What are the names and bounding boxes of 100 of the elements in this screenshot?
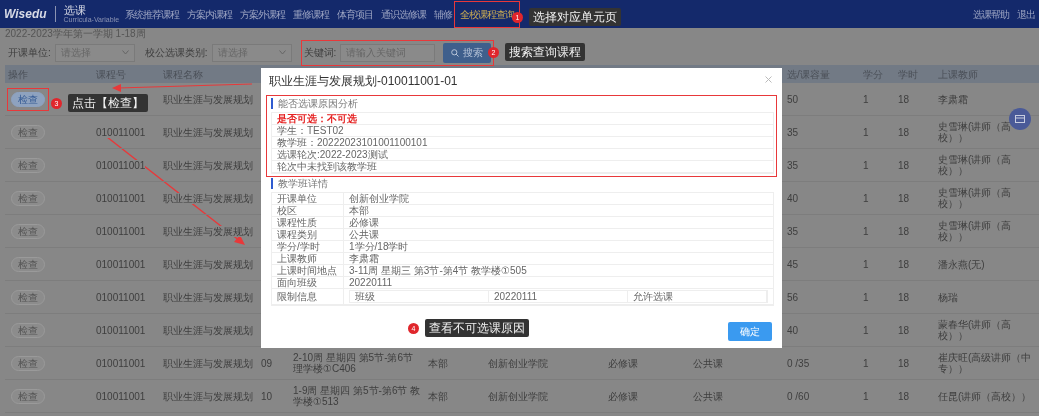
- table-cell: 职业生涯与发展规划: [163, 324, 253, 336]
- analysis-line: 选课轮次:2022-2023测试: [272, 149, 773, 161]
- callout-label: 点击【检查】: [68, 94, 148, 112]
- table-cell: 本部: [428, 390, 448, 402]
- analysis-line: 是否可选：不可选: [272, 113, 773, 125]
- app-title: 选课: [63, 5, 87, 16]
- detail-value: 20220111: [489, 291, 628, 302]
- table-cell: 潘永燕(无): [938, 258, 985, 270]
- table-cell: 1: [863, 324, 869, 336]
- callout-label: 选择对应单元页: [529, 8, 621, 26]
- table-cell: 0 /35: [787, 357, 810, 369]
- detail-label: 上课教师: [272, 253, 344, 264]
- table-cell: 56: [787, 291, 799, 303]
- search-icon: [451, 48, 460, 57]
- table-cell: 公共课: [693, 390, 723, 402]
- table-cell: 45: [787, 258, 799, 270]
- table-cell: 18: [898, 291, 910, 303]
- nav-tab[interactable]: 方案外课程: [240, 6, 286, 22]
- table-cell: 职业生涯与发展规划: [163, 291, 253, 303]
- table-cell: 1: [863, 291, 869, 303]
- nav-tab[interactable]: 通识选修课: [381, 6, 427, 22]
- table-cell: 40: [787, 324, 799, 336]
- nav-tab[interactable]: 系统推荐课程: [125, 6, 180, 22]
- table-cell: 18: [898, 324, 910, 336]
- nav-tab[interactable]: 重修课程: [293, 6, 330, 22]
- table-cell: 1: [863, 126, 869, 138]
- analysis-line: 轮次中未找到该教学班: [272, 161, 773, 173]
- table-cell: 18: [898, 126, 910, 138]
- table-cell: 职业生涯与发展规划: [163, 126, 253, 138]
- table-cell: 1: [863, 357, 869, 369]
- table-cell: 1: [863, 159, 869, 171]
- table-cell: 010011001: [96, 390, 146, 402]
- detail-value: 3-11周 星期三 第3节-第4节 教学楼①505: [348, 265, 528, 276]
- nav-tab[interactable]: 方案内课程: [187, 6, 233, 22]
- table-cell: 本部: [428, 357, 448, 369]
- table-cell: 1: [863, 258, 869, 270]
- table-cell: 职业生涯与发展规划: [163, 93, 253, 105]
- table-cell: 18: [898, 357, 910, 369]
- table-cell: 18: [898, 159, 910, 171]
- table-cell: 35: [787, 225, 799, 237]
- search-button[interactable]: 搜索: [443, 42, 492, 63]
- check-button[interactable]: 检查: [11, 91, 45, 107]
- nav-tab[interactable]: 体育项目: [337, 6, 374, 22]
- confirm-button[interactable]: 确定: [728, 322, 772, 341]
- detail-label: 面向班级: [272, 277, 344, 288]
- detail-label: 课程性质: [272, 217, 344, 228]
- table-cell: 18: [898, 93, 910, 105]
- table-cell: 1: [863, 390, 869, 402]
- table-cell: 职业生涯与发展规划: [163, 159, 253, 171]
- floating-menu-button[interactable]: [1009, 108, 1031, 130]
- detail-label: 校区: [272, 205, 344, 216]
- window-icon: [1015, 115, 1025, 123]
- detail-value: 公共课: [348, 229, 380, 240]
- table-cell: 必修课: [608, 390, 638, 402]
- table-cell: 职业生涯与发展规划: [163, 357, 253, 369]
- table-cell: 公共课: [693, 357, 723, 369]
- detail-value: 允许选课: [628, 291, 767, 302]
- detail-value: 创新创业学院: [348, 193, 410, 204]
- detail-value: 1学分/18学时: [348, 241, 410, 252]
- table-cell: 010011001: [96, 324, 146, 336]
- filter-label: 校公选课类别:: [144, 46, 208, 60]
- detail-label: 开课单位: [272, 193, 344, 204]
- table-cell: 010011001: [96, 126, 146, 138]
- table-cell: 0 /60: [787, 390, 810, 402]
- section-heading: 能否选课原因分析: [271, 98, 774, 109]
- table-cell: 010011001: [96, 291, 146, 303]
- callout-label: 查看不可选课原因: [425, 319, 529, 337]
- brand-logo: Wisedu: [4, 6, 47, 23]
- table-cell: 09: [261, 357, 273, 369]
- detail-label: 学分/学时: [272, 241, 344, 252]
- table-cell: 1: [863, 93, 869, 105]
- table-cell: 18: [898, 390, 910, 402]
- table-cell: 35: [787, 126, 799, 138]
- detail-value: 20220111: [348, 277, 393, 288]
- nav-link[interactable]: 退出: [1017, 6, 1035, 22]
- detail-value: 班级: [350, 291, 489, 302]
- caret-icon: [121, 50, 129, 55]
- table-cell: 职业生涯与发展规划: [163, 258, 253, 270]
- table-cell: 18: [898, 258, 910, 270]
- table-cell: 010011001: [96, 159, 146, 171]
- detail-value: 本部: [348, 205, 370, 216]
- table-cell: 10: [261, 390, 273, 402]
- nav-tab[interactable]: 辅修: [434, 6, 453, 22]
- table-cell: 1: [863, 225, 869, 237]
- detail-value: 李肃霜: [348, 253, 380, 264]
- detail-label: 课程类别: [272, 229, 344, 240]
- caret-icon: [278, 50, 286, 55]
- table-cell: 1: [863, 192, 869, 204]
- table-cell: 18: [898, 225, 910, 237]
- dialog-title: 职业生涯与发展规划-010011001-01: [269, 73, 458, 90]
- table-cell: 010011001: [96, 357, 146, 369]
- table-cell: 职业生涯与发展规划: [163, 225, 253, 237]
- table-cell: 职业生涯与发展规划: [163, 390, 253, 402]
- nav-link[interactable]: 选课帮助: [973, 6, 1009, 22]
- table-cell: 50: [787, 93, 799, 105]
- detail-value: 必修课: [348, 217, 380, 228]
- detail-label: 上课时间地点: [272, 265, 344, 276]
- table-cell: 职业生涯与发展规划: [163, 192, 253, 204]
- table-cell: 35: [787, 159, 799, 171]
- table-cell: 1-9周 星期四 第5节-第6节 教学楼①513: [293, 385, 422, 407]
